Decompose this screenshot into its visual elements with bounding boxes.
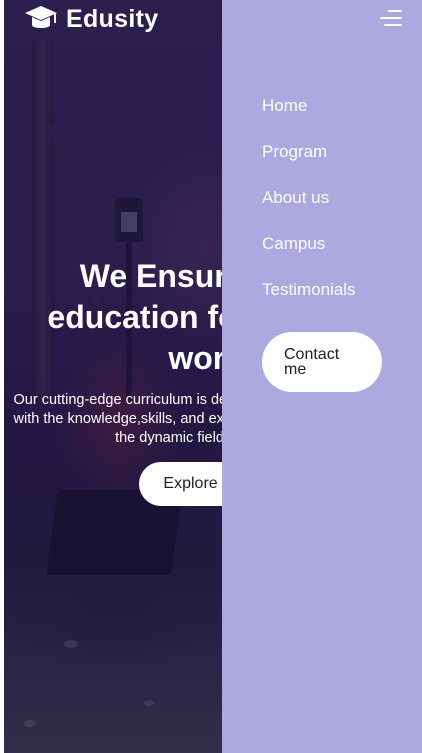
- nav-item-about-us[interactable]: About us: [262, 178, 422, 224]
- nav-drawer: Home Program About us Campus Testimonial…: [222, 0, 422, 753]
- nav-item-program[interactable]: Program: [262, 132, 422, 178]
- hamburger-menu-icon[interactable]: [380, 10, 402, 28]
- nav-item-campus[interactable]: Campus: [262, 224, 422, 270]
- brand-name: Edusity: [66, 4, 159, 33]
- nav-item-home[interactable]: Home: [262, 86, 422, 132]
- contact-me-button[interactable]: Contact me: [262, 332, 382, 392]
- brand-logo[interactable]: Edusity: [24, 3, 158, 35]
- graduation-cap-icon: [25, 6, 57, 28]
- nav-item-testimonials[interactable]: Testimonials: [262, 270, 422, 316]
